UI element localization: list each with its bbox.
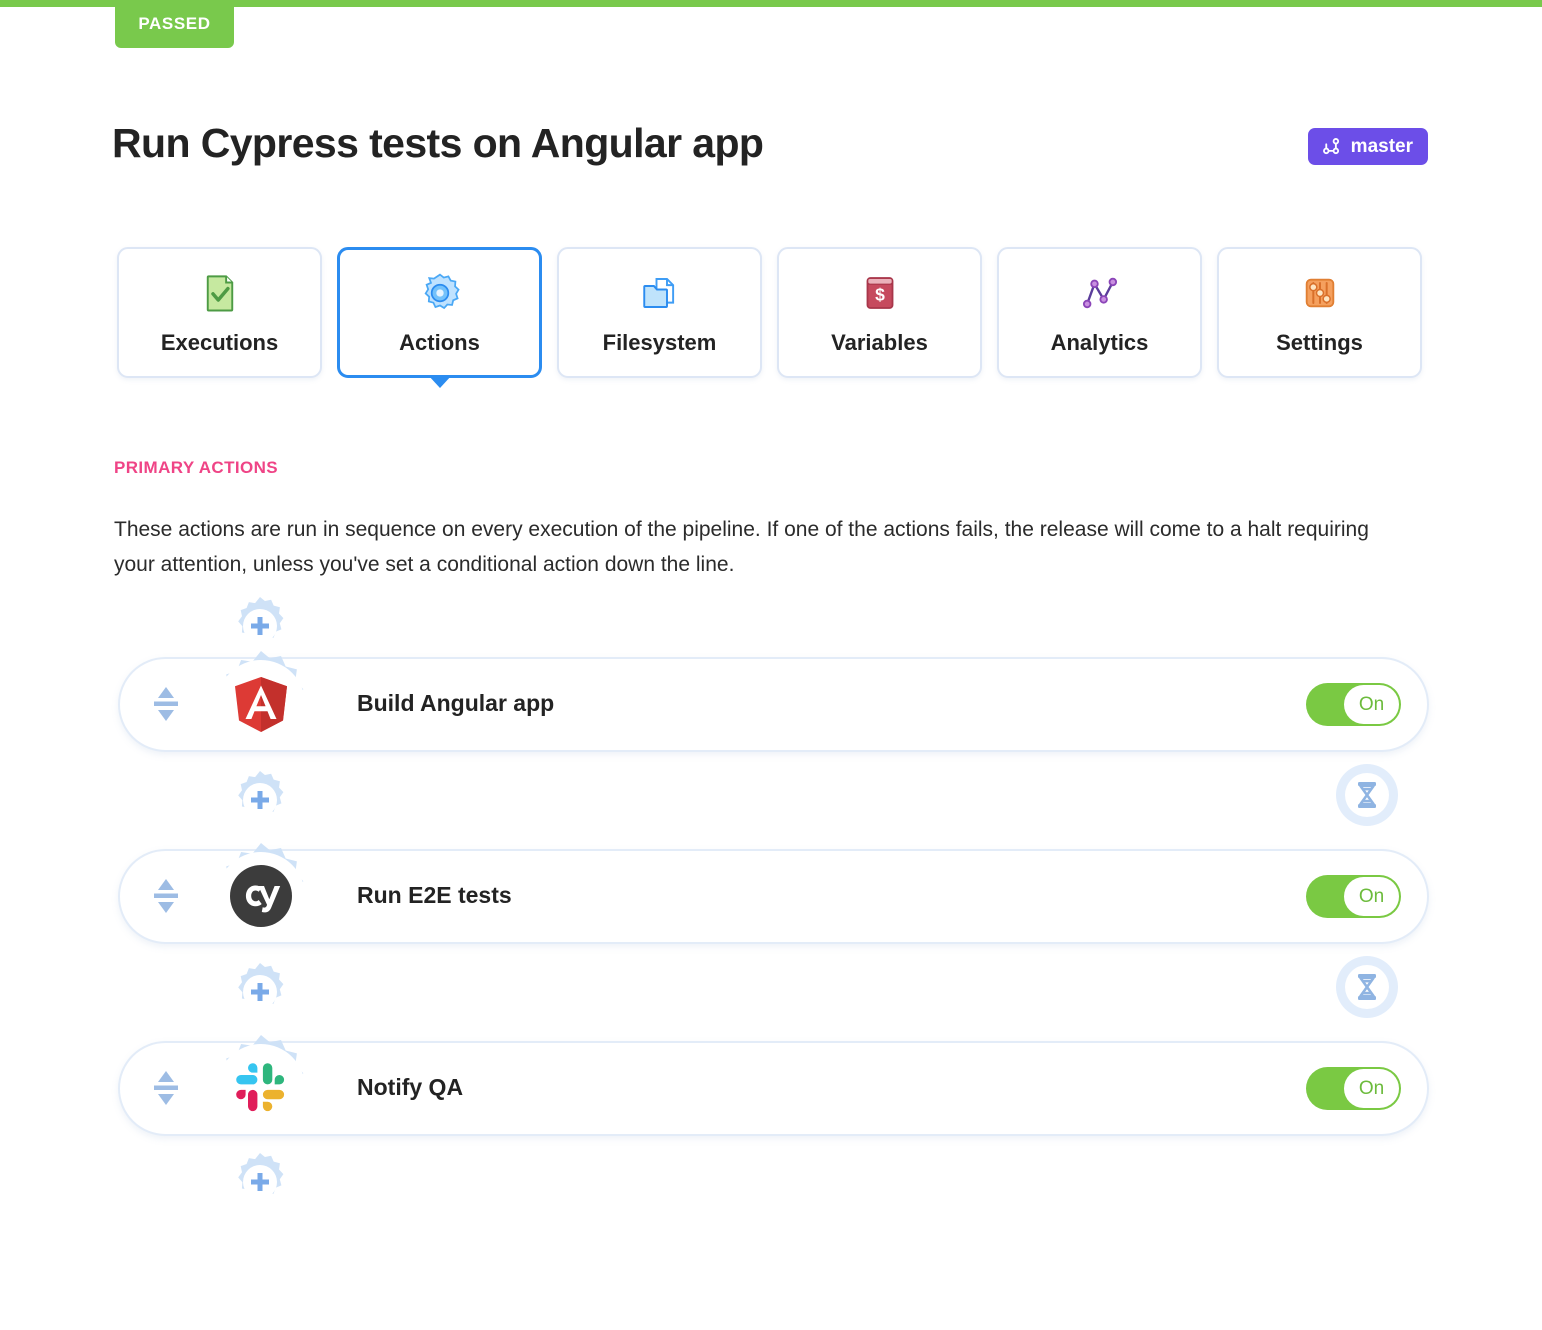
wait-button[interactable] [1336,764,1398,826]
hourglass-icon [1345,773,1389,817]
page-title: Run Cypress tests on Angular app [112,120,764,166]
tab-bar: Executions Actions Filesystem $ Variable… [117,247,1422,378]
action-row[interactable]: Run E2E tests On [0,843,1542,944]
reorder-handle-icon[interactable] [148,873,184,919]
tab-actions[interactable]: Actions [337,247,542,378]
add-action-slot-3 [0,1136,1542,1199]
slack-logo-icon [227,1054,295,1122]
action-list: Build Angular app On Run E2E tests On No… [0,595,1542,1199]
action-gap [0,944,1542,1041]
tab-variables-label: Variables [831,329,928,355]
add-action-gear-icon[interactable] [229,769,291,831]
line-chart-icon [1077,270,1123,316]
tab-settings[interactable]: Settings [1217,247,1422,378]
action-row[interactable]: Notify QA On [0,1035,1542,1136]
tab-settings-label: Settings [1276,329,1363,355]
action-row[interactable]: Build Angular app On [0,651,1542,752]
svg-text:$: $ [875,284,885,304]
sliders-icon [1297,270,1343,316]
gear-icon [417,270,463,316]
action-toggle-label: On [1344,685,1399,724]
git-branch-icon [1321,136,1342,157]
tab-analytics-label: Analytics [1050,329,1149,355]
action-toggle-label: On [1344,1069,1399,1108]
action-toggle[interactable]: On [1306,683,1401,726]
tab-executions-label: Executions [160,329,279,355]
hourglass-icon [1345,965,1389,1009]
reorder-handle-icon[interactable] [148,1065,184,1111]
reorder-handle-icon[interactable] [148,681,184,727]
section-title: PRIMARY ACTIONS [114,458,279,477]
folder-file-icon [637,270,683,316]
action-gap [0,752,1542,849]
status-badge: PASSED [115,0,234,48]
branch-label: master [1350,135,1413,157]
tab-filesystem-label: Filesystem [602,329,717,355]
add-action-gear-icon[interactable] [229,1151,291,1213]
tab-executions[interactable]: Executions [117,247,322,378]
branch-badge[interactable]: master [1307,128,1428,165]
action-name: Notify QA [357,1074,464,1100]
add-action-gear-icon[interactable] [229,961,291,1023]
section-description: These actions are run in sequence on eve… [114,518,1369,576]
action-toggle[interactable]: On [1306,1067,1401,1110]
action-toggle-label: On [1344,877,1399,916]
document-check-icon [197,270,243,316]
action-name: Build Angular app [357,690,555,716]
angular-logo-icon [227,670,295,738]
action-name: Run E2E tests [357,882,512,908]
wait-button[interactable] [1336,956,1398,1018]
tab-actions-label: Actions [399,329,480,355]
terminal-dollar-icon: $ [857,270,903,316]
tab-variables[interactable]: $ Variables [777,247,982,378]
tab-filesystem[interactable]: Filesystem [557,247,762,378]
action-toggle[interactable]: On [1306,875,1401,918]
tab-analytics[interactable]: Analytics [997,247,1202,378]
cypress-logo-icon [227,862,295,930]
